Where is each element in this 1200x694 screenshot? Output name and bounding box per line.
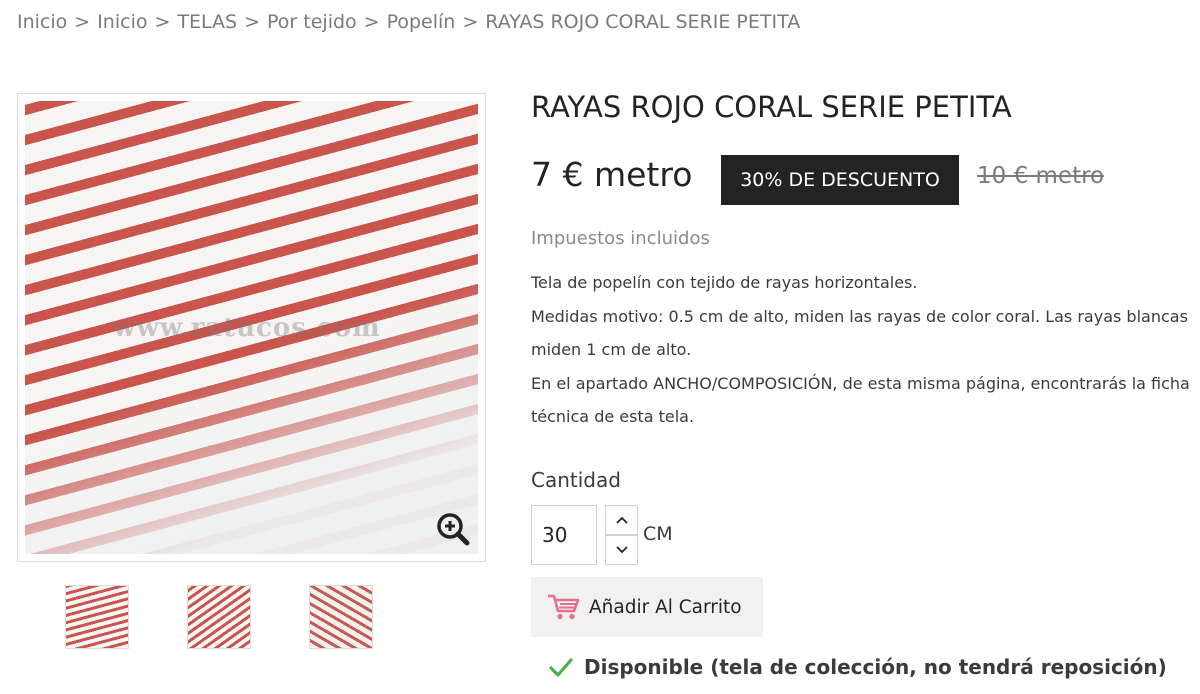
breadcrumb-link-inicio[interactable]: Inicio [17, 11, 67, 33]
product-description: Tela de popelín con tejido de rayas hori… [531, 266, 1200, 434]
quantity-increase-button[interactable] [605, 505, 638, 535]
breadcrumb-separator: > [462, 11, 479, 33]
fabric-stripes-image: www.ratucos.com [25, 101, 478, 554]
chevron-down-icon [615, 546, 628, 554]
breadcrumb-current: RAYAS ROJO CORAL SERIE PETITA [485, 11, 801, 33]
breadcrumb-link-telas[interactable]: TELAS [177, 11, 237, 33]
add-to-cart-label: Añadir Al Carrito [589, 596, 742, 618]
availability-text: Disponible (tela de colección, no tendrá… [584, 655, 1167, 679]
breadcrumb: Inicio > Inicio > TELAS > Por tejido > Popelín > R… [17, 11, 800, 33]
add-to-cart-button[interactable]: Añadir Al Carrito [531, 577, 763, 637]
thumbnail-3[interactable] [309, 585, 373, 649]
breadcrumb-link-por-tejido[interactable]: Por tejido [267, 11, 357, 33]
description-line-2: Medidas motivo: 0.5 cm de alto, miden la… [531, 306, 1188, 360]
breadcrumb-link-inicio-2[interactable]: Inicio [97, 11, 147, 33]
quantity-unit: CM [643, 523, 673, 545]
watermark: www.ratucos.com [113, 313, 381, 343]
quantity-label: Cantidad [531, 468, 621, 492]
zoom-in-icon[interactable] [436, 512, 470, 546]
breadcrumb-link-popelin[interactable]: Popelín [387, 11, 456, 33]
current-price: 7 € metro [531, 155, 693, 194]
product-main-image[interactable]: www.ratucos.com [17, 93, 486, 562]
description-line-3: En el apartado ANCHO/COMPOSICIÓN, de est… [531, 373, 1190, 427]
breadcrumb-separator: > [74, 11, 91, 33]
product-title: RAYAS ROJO CORAL SERIE PETITA [531, 90, 1012, 124]
tax-note: Impuestos incluidos [531, 228, 710, 249]
old-price: 10 € metro [977, 163, 1105, 189]
thumbnail-1[interactable] [65, 585, 129, 649]
description-line-1: Tela de popelín con tejido de rayas hori… [531, 273, 918, 292]
breadcrumb-separator: > [363, 11, 380, 33]
availability-status: Disponible (tela de colección, no tendrá… [548, 654, 1167, 680]
check-icon [549, 658, 573, 677]
quantity-input[interactable] [531, 505, 597, 565]
breadcrumb-separator: > [244, 11, 261, 33]
chevron-up-icon [615, 516, 628, 524]
quantity-decrease-button[interactable] [605, 535, 638, 565]
shopping-cart-icon [548, 594, 580, 620]
discount-badge: 30% DE DESCUENTO [721, 155, 959, 205]
thumbnail-2[interactable] [187, 585, 251, 649]
breadcrumb-separator: > [154, 11, 171, 33]
